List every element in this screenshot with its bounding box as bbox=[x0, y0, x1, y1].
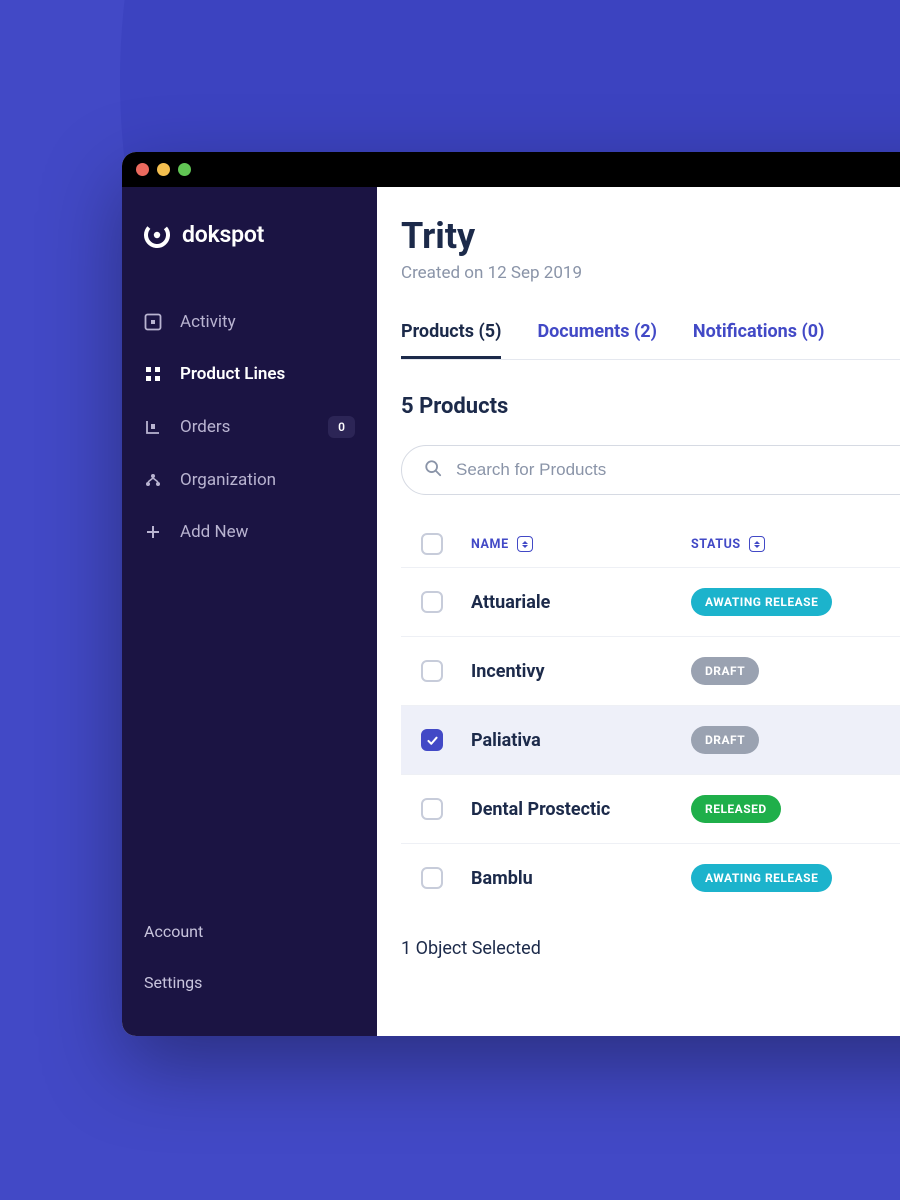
sidebar-item-label: Account bbox=[144, 922, 203, 941]
fullscreen-icon[interactable] bbox=[178, 163, 191, 176]
tabs: Products (5) Documents (2) Notifications… bbox=[401, 321, 900, 360]
status-badge: DRAFT bbox=[691, 657, 759, 685]
sidebar-bottom: Account Settings bbox=[122, 906, 377, 1008]
sidebar-item-label: Organization bbox=[180, 470, 355, 490]
table-row[interactable]: PaliativaDRAFTM bbox=[401, 705, 900, 774]
search-input[interactable] bbox=[456, 460, 900, 480]
select-all-checkbox[interactable] bbox=[421, 533, 443, 555]
table-row[interactable]: BambluAWATING RELEASETr bbox=[401, 843, 900, 912]
row-name: Bamblu bbox=[471, 868, 533, 889]
sidebar-item-label: Add New bbox=[180, 522, 355, 542]
status-badge: RELEASED bbox=[691, 795, 781, 823]
brand: dokspot bbox=[122, 221, 377, 296]
sidebar-item-settings[interactable]: Settings bbox=[122, 957, 377, 1008]
column-label: NAME bbox=[471, 537, 509, 552]
tab-notifications[interactable]: Notifications (0) bbox=[693, 321, 824, 359]
status-badge: DRAFT bbox=[691, 726, 759, 754]
row-name: Attuariale bbox=[471, 592, 550, 613]
column-label: STATUS bbox=[691, 537, 741, 552]
sidebar-nav: Activity Product Lines Orders 0 bbox=[122, 296, 377, 558]
search-icon bbox=[424, 459, 442, 481]
table-row[interactable]: IncentivyDRAFTTr bbox=[401, 636, 900, 705]
sidebar-item-activity[interactable]: Activity bbox=[122, 296, 377, 348]
sidebar-item-product-lines[interactable]: Product Lines bbox=[122, 348, 377, 400]
window-titlebar bbox=[122, 152, 900, 187]
tab-documents[interactable]: Documents (2) bbox=[537, 321, 656, 359]
sidebar-item-account[interactable]: Account bbox=[122, 906, 377, 957]
organization-icon bbox=[144, 471, 162, 489]
section-title: 5 Products bbox=[401, 394, 900, 419]
sort-icon bbox=[749, 536, 765, 552]
row-checkbox[interactable] bbox=[421, 867, 443, 889]
page-title: Trity bbox=[401, 215, 900, 257]
app-window: dokspot Activity Product Lines bbox=[122, 152, 900, 1036]
row-name: Paliativa bbox=[471, 730, 541, 751]
row-name: Dental Prostectic bbox=[471, 799, 610, 820]
sidebar: dokspot Activity Product Lines bbox=[122, 187, 377, 1036]
brand-logo-icon bbox=[144, 222, 170, 248]
selection-status: 1 Object Selected bbox=[401, 912, 900, 959]
row-name: Incentivy bbox=[471, 661, 545, 682]
search-field[interactable] bbox=[401, 445, 900, 495]
grid-icon bbox=[144, 365, 162, 383]
sidebar-item-label: Product Lines bbox=[180, 364, 355, 384]
row-checkbox[interactable] bbox=[421, 729, 443, 751]
page-subtitle: Created on 12 Sep 2019 bbox=[401, 263, 900, 283]
table-row[interactable]: Dental ProstecticRELEASEDTr bbox=[401, 774, 900, 843]
activity-icon bbox=[144, 313, 162, 331]
row-checkbox[interactable] bbox=[421, 798, 443, 820]
orders-icon bbox=[144, 418, 162, 436]
sort-icon bbox=[517, 536, 533, 552]
plus-icon bbox=[144, 523, 162, 541]
minimize-icon[interactable] bbox=[157, 163, 170, 176]
products-table: NAME STATUS RE Attuariale AWATING RELEASE… bbox=[401, 521, 900, 912]
sidebar-item-organization[interactable]: Organization bbox=[122, 454, 377, 506]
column-header-name[interactable]: NAME bbox=[471, 536, 671, 552]
table-header: NAME STATUS RE bbox=[401, 521, 900, 567]
row-checkbox[interactable] bbox=[421, 660, 443, 682]
main-content: Trity Created on 12 Sep 2019 Products (5… bbox=[377, 187, 900, 1036]
close-icon[interactable] bbox=[136, 163, 149, 176]
tab-products[interactable]: Products (5) bbox=[401, 321, 501, 359]
table-row[interactable]: AttuarialeAWATING RELEASETr bbox=[401, 567, 900, 636]
row-checkbox[interactable] bbox=[421, 591, 443, 613]
sidebar-item-orders[interactable]: Orders 0 bbox=[122, 400, 377, 454]
column-header-status[interactable]: STATUS bbox=[691, 536, 891, 552]
status-badge: AWATING RELEASE bbox=[691, 588, 832, 616]
orders-badge: 0 bbox=[328, 416, 355, 438]
sidebar-item-label: Orders bbox=[180, 417, 310, 437]
brand-name: dokspot bbox=[182, 221, 264, 248]
sidebar-item-label: Activity bbox=[180, 312, 355, 332]
status-badge: AWATING RELEASE bbox=[691, 864, 832, 892]
sidebar-item-label: Settings bbox=[144, 973, 202, 992]
sidebar-item-add-new[interactable]: Add New bbox=[122, 506, 377, 558]
